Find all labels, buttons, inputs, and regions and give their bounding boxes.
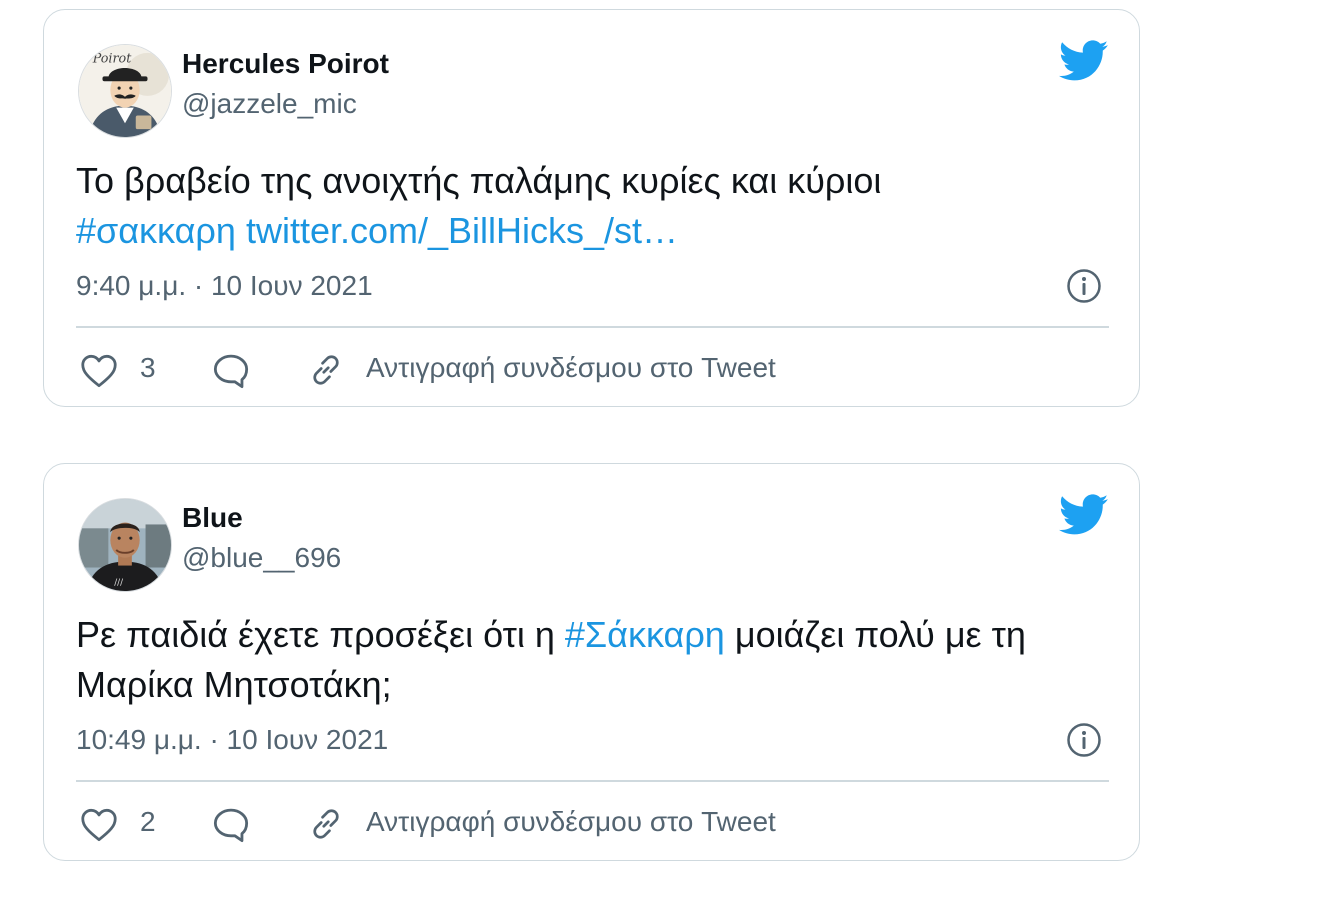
copy-link-button[interactable]: Αντιγραφή συνδέσμου στο Tweet — [366, 806, 776, 838]
link-icon[interactable] — [308, 352, 344, 388]
hashtag-link[interactable]: #Σάκκαρη — [565, 614, 725, 655]
man-photo-avatar: /// — [79, 499, 171, 591]
display-name[interactable]: Hercules Poirot — [182, 48, 389, 80]
url-link[interactable]: twitter.com/_BillHicks_/st… — [246, 210, 678, 251]
like-count: 2 — [140, 806, 156, 837]
avatar-logo-text: Poirot — [92, 51, 133, 66]
heart-icon[interactable] — [80, 354, 118, 388]
divider — [76, 326, 1109, 328]
divider — [76, 780, 1109, 782]
avatar[interactable]: Poirot — [78, 44, 172, 138]
copy-link-button[interactable]: Αντιγραφή συνδέσμου στο Tweet — [366, 352, 776, 384]
tweet-card: /// Blue @blue__696 Ρε παιδιά έχετε προσ… — [43, 463, 1140, 861]
twitter-bird-icon[interactable] — [1059, 494, 1109, 536]
action-bar: 3 Αντιγραφή συνδέσμου στο Tweet — [76, 348, 1106, 390]
display-name[interactable]: Blue — [182, 502, 243, 534]
timestamp[interactable]: 9:40 μ.μ. · 10 Ιουν 2021 — [76, 270, 373, 302]
poirot-cartoon-avatar: Poirot — [79, 45, 171, 137]
heart-icon[interactable] — [80, 808, 118, 842]
info-icon[interactable] — [1066, 722, 1102, 758]
avatar[interactable]: /// — [78, 498, 172, 592]
action-bar: 2 Αντιγραφή συνδέσμου στο Tweet — [76, 802, 1106, 844]
link-icon[interactable] — [308, 806, 344, 842]
info-icon[interactable] — [1066, 268, 1102, 304]
twitter-bird-icon[interactable] — [1059, 40, 1109, 82]
tweet-text-body: Ρε παιδιά έχετε προσέξει ότι η — [76, 614, 565, 655]
user-handle[interactable]: @jazzele_mic — [182, 88, 357, 120]
tweet-card: Poirot Hercules Poirot @jazzele_mic Το β… — [43, 9, 1140, 407]
like-count: 3 — [140, 352, 156, 383]
timestamp[interactable]: 10:49 μ.μ. · 10 Ιουν 2021 — [76, 724, 388, 756]
reply-icon[interactable] — [212, 353, 250, 389]
tweet-text-body: Το βραβείο της ανοιχτής παλάμης κυρίες κ… — [76, 160, 882, 201]
tweet-text: Ρε παιδιά έχετε προσέξει ότι η #Σάκκαρη … — [76, 610, 1106, 710]
hashtag-link[interactable]: #σακκαρη — [76, 210, 236, 251]
tweet-text: Το βραβείο της ανοιχτής παλάμης κυρίες κ… — [76, 156, 1106, 256]
reply-icon[interactable] — [212, 807, 250, 843]
user-handle[interactable]: @blue__696 — [182, 542, 341, 574]
svg-text:///: /// — [114, 578, 123, 588]
